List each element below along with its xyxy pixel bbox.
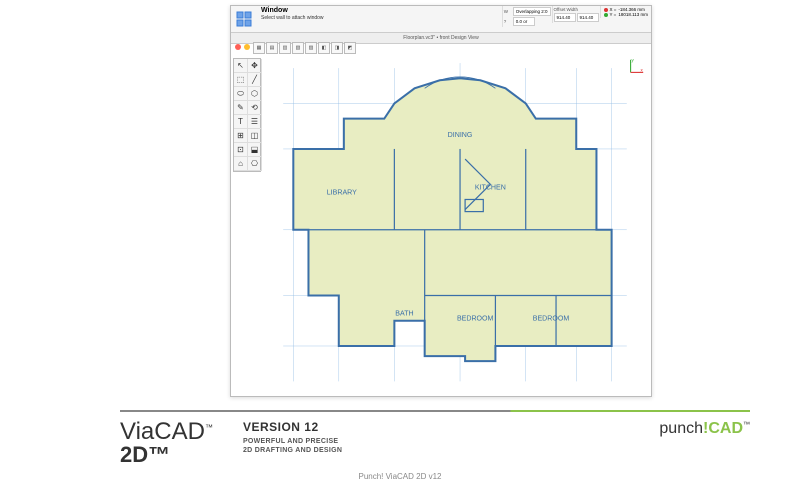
logo-text: CAD <box>708 420 743 437</box>
fill-tool[interactable]: ⬓ <box>248 143 262 157</box>
viacad-logo: ViaCAD™ 2D™ <box>120 420 213 468</box>
inspector-fields-1: WOverlapping 2:0 ?0.0 or <box>502 6 552 27</box>
window-tool[interactable]: ◫ <box>248 129 262 143</box>
grid-tool[interactable]: ⊞ <box>234 129 248 143</box>
view-button[interactable]: ◩ <box>344 42 356 54</box>
field-input[interactable]: 914.40 <box>554 13 576 22</box>
move-tool[interactable]: ✥ <box>248 59 262 73</box>
field-input[interactable]: 0.0 or <box>513 17 535 26</box>
window-grid-icon[interactable] <box>233 8 255 30</box>
coord-value: 18018.113 mm <box>618 12 648 17</box>
view-button[interactable]: ▦ <box>253 42 265 54</box>
punch-logo: punch!CAD™ <box>659 420 750 438</box>
room-label: LIBRARY <box>327 189 357 196</box>
app-window: Window Select wall to attach window WOve… <box>230 5 652 397</box>
polygon-tool[interactable]: ⬡ <box>248 87 262 101</box>
version-title: VERSION 12 <box>243 420 342 434</box>
view-toolbar: ▦ ▤ ▥ ▧ ▨ ◧ ◨ ◩ <box>253 42 356 52</box>
dot-tool[interactable]: ⊡ <box>234 143 248 157</box>
rotate-tool[interactable]: ⟲ <box>248 101 262 115</box>
trademark-icon: ™ <box>148 442 170 467</box>
footer: ViaCAD™ 2D™ VERSION 12 POWERFUL AND PREC… <box>120 420 750 468</box>
tool-palette: ↖ ✥ ⬚ ╱ ⬭ ⬡ ✎ ⟲ T ☰ ⊞ ◫ ⊡ ⬓ ⌂ ⎔ <box>233 58 261 172</box>
room-label: BEDROOM <box>533 316 570 323</box>
close-icon[interactable] <box>235 44 241 50</box>
drawing-canvas[interactable]: ↖ ✥ ⬚ ╱ ⬭ ⬡ ✎ ⟲ T ☰ ⊞ ◫ ⊡ ⬓ ⌂ ⎔ yx <box>231 54 651 396</box>
logo-text: ViaCAD <box>120 418 205 445</box>
room-label: BATH <box>395 311 413 318</box>
inspector-subtitle: Select wall to attach window <box>261 15 498 21</box>
room-label: DINING <box>448 132 473 139</box>
floorplan-drawing: DINING LIBRARY KITCHEN BATH BEDROOM BEDR… <box>263 58 647 391</box>
trademark-icon: ™ <box>743 422 750 429</box>
circle-tool[interactable]: ⬭ <box>234 87 248 101</box>
shape-tool[interactable]: ⎔ <box>248 157 262 171</box>
coordinate-readout: X = -184.366 mm Y = 18018.113 mm <box>600 6 652 18</box>
view-button[interactable]: ▤ <box>266 42 278 54</box>
coord-label: Y = <box>610 12 617 17</box>
inspector-fields-2: OffsetWidth 914.40914.40 <box>552 6 600 23</box>
field-input[interactable]: Overlapping 2:0 <box>513 7 551 16</box>
rect-tool[interactable]: ⬚ <box>234 73 248 87</box>
select-tool[interactable]: ↖ <box>234 59 248 73</box>
tagline-line: POWERFUL AND PRECISE <box>243 437 342 446</box>
version-block: VERSION 12 POWERFUL AND PRECISE 2D DRAFT… <box>243 420 342 455</box>
view-button[interactable]: ▧ <box>292 42 304 54</box>
view-button[interactable]: ◧ <box>318 42 330 54</box>
image-caption: Punch! ViaCAD 2D v12 <box>0 472 800 481</box>
inspector-bar: Window Select wall to attach window WOve… <box>231 6 651 33</box>
text-tool[interactable]: T <box>234 115 248 129</box>
field-label: Offset <box>554 7 566 12</box>
inspector-title: Window <box>261 7 498 15</box>
house-tool[interactable]: ⌂ <box>234 157 248 171</box>
field-label: ? <box>504 19 512 24</box>
view-button[interactable]: ◨ <box>331 42 343 54</box>
tagline-line: 2D DRAFTING AND DESIGN <box>243 446 342 455</box>
field-input[interactable]: 914.40 <box>577 13 599 22</box>
x-indicator-icon <box>604 8 608 12</box>
trademark-icon: ™ <box>205 423 213 432</box>
footer-divider <box>120 410 750 412</box>
room-label: BEDROOM <box>457 316 494 323</box>
line-tool[interactable]: ╱ <box>248 73 262 87</box>
view-button[interactable]: ▥ <box>279 42 291 54</box>
room-label: KITCHEN <box>475 184 506 191</box>
minimize-icon[interactable] <box>244 44 250 50</box>
logo-text: punch <box>659 420 703 437</box>
field-label: W <box>504 9 512 14</box>
list-tool[interactable]: ☰ <box>248 115 262 129</box>
logo-subtext: 2D <box>120 442 148 467</box>
draw-tool[interactable]: ✎ <box>234 101 248 115</box>
field-label: Width <box>566 7 578 12</box>
view-button[interactable]: ▨ <box>305 42 317 54</box>
y-indicator-icon <box>604 13 608 17</box>
